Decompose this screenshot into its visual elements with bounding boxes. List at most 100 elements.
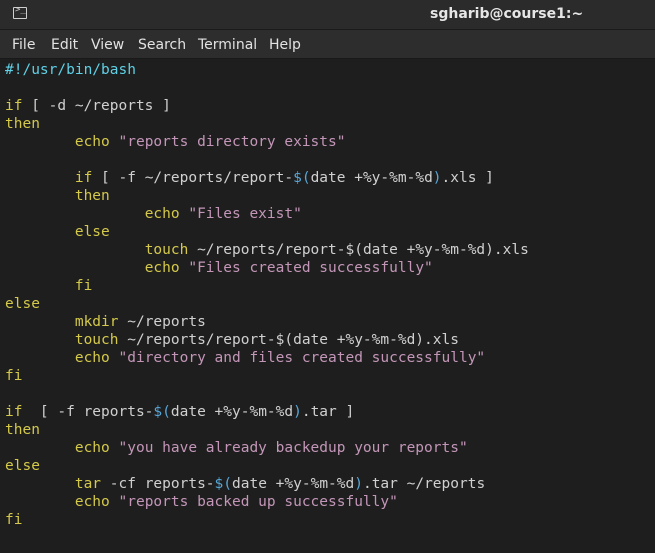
code-token: date +%y-%m-%d xyxy=(232,476,355,492)
code-line: touch ~/reports/report-$(date +%y-%m-%d)… xyxy=(5,331,529,349)
code-token: else xyxy=(5,458,40,474)
code-line: else xyxy=(5,223,529,241)
menu-edit[interactable]: Edit xyxy=(51,37,78,53)
code-token: $( xyxy=(153,404,171,420)
code-token: then xyxy=(5,116,40,132)
code-token: date +%y-%m-%d xyxy=(170,404,294,420)
code-line: then xyxy=(5,187,529,205)
menu-view[interactable]: View xyxy=(91,37,124,53)
code-token: echo xyxy=(74,494,110,510)
terminal-editor-area[interactable]: #!/usr/bin/bash if [ -d ~/reports ] then e… xyxy=(0,59,655,553)
code-token: date +%y-%m-%d xyxy=(310,170,433,186)
code-line: touch ~/reports/report-$(date +%y-%m-%d)… xyxy=(5,241,529,259)
window-title: sgharib@course1:~ xyxy=(430,6,584,22)
code-token: else xyxy=(5,296,40,312)
code-line: fi xyxy=(5,511,529,529)
code-token: ) xyxy=(354,476,363,492)
code-token: then xyxy=(74,188,110,204)
code-token: "reports directory exists" xyxy=(118,134,346,150)
menu-search[interactable]: Search xyxy=(138,37,186,53)
code-token: if xyxy=(74,170,93,186)
code-token: then xyxy=(5,422,40,438)
code-token: #!/usr/bin/bash xyxy=(5,62,136,78)
code-token: if xyxy=(5,404,23,420)
code-token: fi xyxy=(5,368,23,384)
code-line: echo "Files exist" xyxy=(5,205,529,223)
menu-file[interactable]: File xyxy=(12,37,35,53)
code-token: [ -d ~/reports ] xyxy=(22,98,171,114)
code-line: if [ -d ~/reports ] xyxy=(5,97,529,115)
code-token: touch xyxy=(144,242,189,258)
code-token: mkdir xyxy=(74,314,119,330)
code-line: then xyxy=(5,421,529,439)
code-token: tar xyxy=(74,476,102,492)
code-line: else xyxy=(5,295,529,313)
menu-bar: File Edit View Search Terminal Help xyxy=(0,30,655,59)
code-token: "directory and files created successfull… xyxy=(118,350,486,366)
code-line: echo "reports backed up successfully" xyxy=(5,493,529,511)
code-token: echo xyxy=(74,134,110,150)
code-line: fi xyxy=(5,277,529,295)
code-token: else xyxy=(74,224,110,240)
code-line: echo "directory and files created succes… xyxy=(5,349,529,367)
code-token: echo xyxy=(74,440,110,456)
code-line: tar -cf reports-$(date +%y-%m-%d).tar ~/… xyxy=(5,475,529,493)
menu-terminal[interactable]: Terminal xyxy=(198,37,257,53)
code-token: [ -f reports- xyxy=(22,404,154,420)
code-token: ~/reports xyxy=(118,314,206,330)
code-token: ) xyxy=(293,404,302,420)
code-line: else xyxy=(5,457,529,475)
menu-help[interactable]: Help xyxy=(269,37,301,53)
code-token: $( xyxy=(293,170,311,186)
code-line: if [ -f ~/reports/report-$(date +%y-%m-%… xyxy=(5,169,529,187)
code-token: -cf reports- xyxy=(101,476,215,492)
code-token: echo xyxy=(144,260,180,276)
code-token: ~/reports/report-$(date +%y-%m-%d).xls xyxy=(188,242,529,258)
code-token: [ -f ~/reports/report- xyxy=(92,170,294,186)
code-token: fi xyxy=(5,512,23,528)
code-line: if [ -f reports-$(date +%y-%m-%d).tar ] xyxy=(5,403,529,421)
code-token: echo xyxy=(74,350,110,366)
code-token: fi xyxy=(74,278,93,294)
code-token: ) xyxy=(432,170,442,186)
code-token: .tar ] xyxy=(301,404,355,420)
code-token: "Files exist" xyxy=(188,206,302,222)
code-token: if xyxy=(5,98,23,114)
code-line: #!/usr/bin/bash xyxy=(5,61,529,79)
code-line: echo "you have already backedup your rep… xyxy=(5,439,529,457)
code-line: echo "Files created successfully" xyxy=(5,259,529,277)
code-line: then xyxy=(5,115,529,133)
script-code: #!/usr/bin/bash if [ -d ~/reports ] then e… xyxy=(5,61,529,529)
code-token: .xls ] xyxy=(441,170,494,186)
code-token: "reports backed up successfully" xyxy=(118,494,398,510)
code-token: touch xyxy=(74,332,119,348)
code-line: fi xyxy=(5,367,529,385)
code-token: ~/reports/report-$(date +%y-%m-%d).xls xyxy=(118,332,459,348)
code-token: $( xyxy=(214,476,233,492)
code-token: echo xyxy=(144,206,180,222)
code-token: "you have already backedup your reports" xyxy=(118,440,468,456)
code-line: echo "reports directory exists" xyxy=(5,133,529,151)
window-titlebar[interactable]: >_ sgharib@course1:~ xyxy=(0,0,655,30)
code-token: "Files created successfully" xyxy=(188,260,433,276)
code-line: mkdir ~/reports xyxy=(5,313,529,331)
